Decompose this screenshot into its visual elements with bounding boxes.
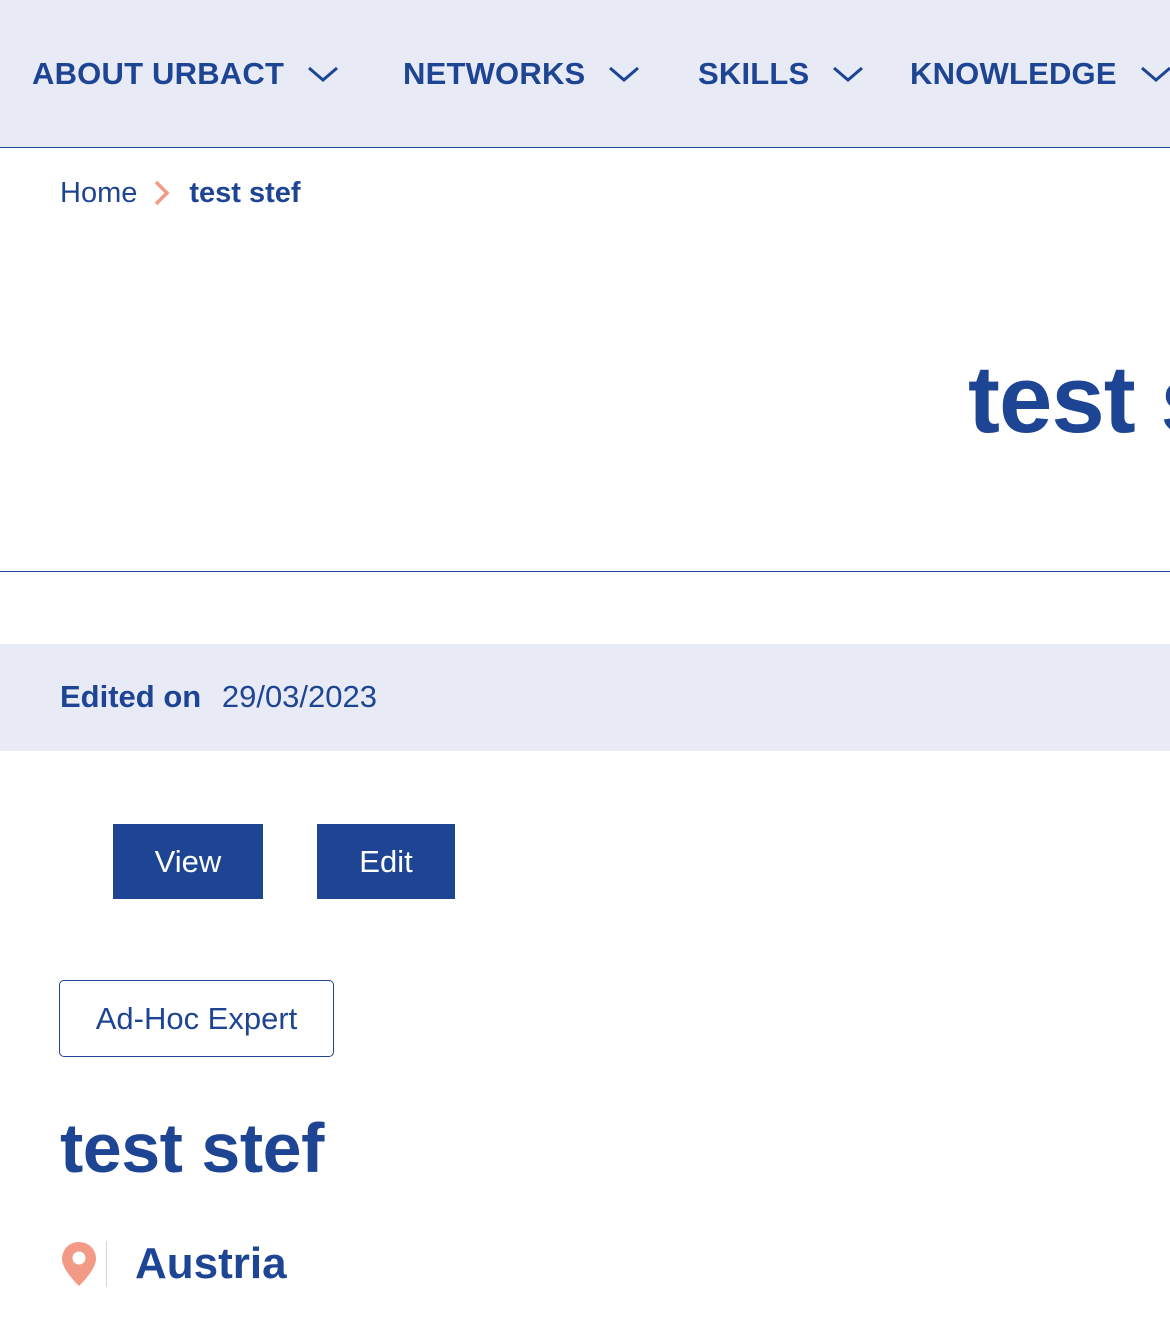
nav-item-label: SKILLS (698, 56, 810, 91)
edit-tab-button[interactable]: Edit (317, 824, 455, 899)
profile-location: Austria (60, 1238, 287, 1290)
role-tag: Ad-Hoc Expert (59, 980, 334, 1057)
nav-item-networks[interactable]: NETWORKS (403, 52, 641, 96)
chevron-down-icon (306, 64, 340, 84)
chevron-right-icon (151, 176, 173, 210)
nav-item-label: KNOWLEDGE (910, 56, 1117, 91)
breadcrumb-current: test stef (189, 176, 301, 209)
edited-info: Edited on 29/03/2023 (60, 674, 377, 720)
nav-item-label: ABOUT URBACT (32, 56, 285, 91)
page-title: test stef (968, 346, 1170, 454)
nav-item-knowledge[interactable]: KNOWLEDGE (910, 52, 1170, 96)
edited-label: Edited on (60, 679, 202, 714)
chevron-down-icon (831, 64, 865, 84)
location-text: Austria (135, 1239, 287, 1288)
breadcrumb: Home test stef (60, 170, 301, 216)
chevron-down-icon (607, 64, 641, 84)
profile-name: test stef (60, 1109, 324, 1187)
map-pin-icon (60, 1240, 98, 1288)
edited-date: 29/03/2023 (221, 679, 377, 714)
hero-divider (0, 571, 1170, 572)
view-tab-button[interactable]: View (113, 824, 263, 899)
edited-info-bar: Edited on 29/03/2023 (0, 644, 1170, 751)
main-navigation: ABOUT URBACT NETWORKS SKILLS KNOWLEDGE (0, 0, 1170, 148)
nav-item-about-urbact[interactable]: ABOUT URBACT (32, 52, 340, 96)
location-divider (106, 1241, 107, 1287)
nav-item-label: NETWORKS (403, 56, 586, 91)
nav-item-skills[interactable]: SKILLS (698, 52, 865, 96)
chevron-down-icon (1139, 64, 1170, 84)
breadcrumb-home-link[interactable]: Home (60, 177, 137, 210)
